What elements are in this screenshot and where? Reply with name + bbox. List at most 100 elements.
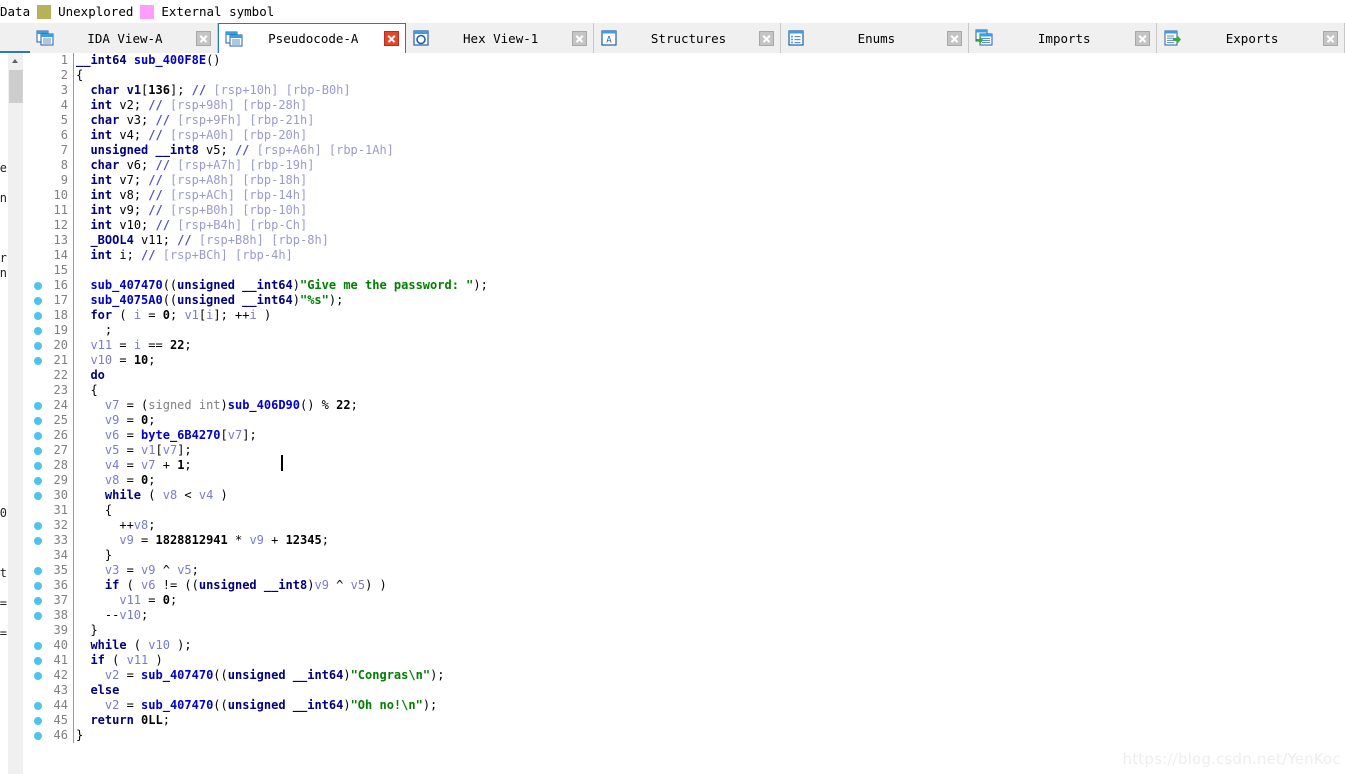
code-line[interactable]: 6 int v4; // [rsp+A0h] [rbp-20h] (24, 128, 1345, 143)
code-line[interactable]: 43 else (24, 683, 1345, 698)
code-text: v3 = v9 ^ v5; (104, 563, 199, 577)
code-line[interactable]: 19 ; (24, 323, 1345, 338)
line-number: 2 (60, 68, 68, 82)
code-line[interactable]: 7 unsigned __int8 v5; // [rsp+A6h] [rbp-… (24, 143, 1345, 158)
code-line[interactable]: 46} (24, 728, 1345, 743)
gutter-divider (73, 383, 74, 398)
tab-pseudocode-a[interactable]: Pseudocode-A (217, 23, 406, 53)
gutter-divider (73, 278, 74, 293)
scroll-up-arrow-icon[interactable] (8, 53, 23, 69)
tab-close-icon[interactable] (195, 30, 211, 46)
tab-label: IDA View-A (87, 30, 163, 46)
code-line[interactable]: 8 char v6; // [rsp+A7h] [rbp-19h] (24, 158, 1345, 173)
line-number: 1 (60, 53, 68, 67)
tab-close-icon[interactable] (1323, 30, 1339, 46)
code-line[interactable]: 20 v11 = i == 22; (24, 338, 1345, 353)
code-line[interactable]: 45 return 0LL; (24, 713, 1345, 728)
gutter-divider (73, 68, 74, 83)
line-number: 27 (53, 443, 68, 457)
imports-icon (975, 29, 993, 47)
code-line[interactable]: 21 v10 = 10; (24, 353, 1345, 368)
code-line[interactable]: 32 ++v8; (24, 518, 1345, 533)
code-text: ++v8; (76, 518, 156, 532)
code-text: v8 = 0; (104, 473, 156, 487)
scrollbar-thumb[interactable] (9, 70, 22, 103)
tab-enums[interactable]: Enums (781, 23, 970, 53)
code-line[interactable]: 5 char v3; // [rsp+9Fh] [rbp-21h] (24, 113, 1345, 128)
gutter-divider (73, 608, 74, 623)
scrollbar-track[interactable] (8, 103, 23, 774)
line-number: 19 (53, 323, 68, 337)
gutter-divider (73, 188, 74, 203)
code-line[interactable]: 25 v9 = 0; (24, 413, 1345, 428)
line-number: 30 (53, 488, 68, 502)
line-number: 43 (53, 683, 68, 697)
code-line[interactable]: 40 while ( v10 ); (24, 638, 1345, 653)
code-text: v9 = 0; (104, 413, 156, 427)
code-line[interactable]: 30 while ( v8 < v4 ) (24, 488, 1345, 503)
code-line[interactable]: 17 sub_4075A0((unsigned __int64)"%s"); (24, 293, 1345, 308)
tab-close-icon[interactable] (759, 30, 775, 46)
code-line[interactable]: 11 int v9; // [rsp+B0h] [rbp-10h] (24, 203, 1345, 218)
code-line[interactable]: 18 for ( i = 0; v1[i]; ++i ) (24, 308, 1345, 323)
line-number: 42 (53, 668, 68, 682)
tab-close-icon[interactable] (1135, 30, 1151, 46)
code-line[interactable]: 22 do (24, 368, 1345, 383)
code-line[interactable]: 23 { (24, 383, 1345, 398)
code-line[interactable]: 31 { (24, 503, 1345, 518)
tab-imports[interactable]: Imports (969, 23, 1158, 53)
tab-close-icon[interactable] (947, 30, 963, 46)
code-line[interactable]: 9 int v7; // [rsp+A8h] [rbp-18h] (24, 173, 1345, 188)
code-line[interactable]: 4 int v2; // [rsp+98h] [rbp-28h] (24, 98, 1345, 113)
code-line[interactable]: 15 (24, 263, 1345, 278)
code-text: } (76, 728, 84, 742)
code-line[interactable]: 39 } (24, 623, 1345, 638)
code-line[interactable]: 41 if ( v11 ) (24, 653, 1345, 668)
code-line[interactable]: 2{ (24, 68, 1345, 83)
code-line[interactable]: 10 int v8; // [rsp+ACh] [rbp-14h] (24, 188, 1345, 203)
code-line[interactable]: 14 int i; // [rsp+BCh] [rbp-4h] (24, 248, 1345, 263)
tab-close-icon[interactable] (383, 31, 399, 46)
code-text: v4 = v7 + 1; (104, 458, 192, 472)
code-line[interactable]: 16 sub_407470((unsigned __int64)"Give me… (24, 278, 1345, 293)
tab-ida-view-a[interactable]: IDA View-A (30, 23, 218, 53)
code-line[interactable]: 38 --v10; (24, 608, 1345, 623)
line-number: 11 (53, 203, 68, 217)
code-line[interactable]: 1 __int64 sub_400F8E() (24, 53, 1345, 68)
gutter-divider (73, 53, 74, 68)
tab-hex-view-1[interactable]: Hex View-1 (405, 23, 594, 53)
code-line[interactable]: 44 v2 = sub_407470((unsigned __int64)"Oh… (24, 698, 1345, 713)
code-text: v5 = v1[v7]; (104, 443, 192, 457)
code-line[interactable]: 24 v7 = (signed int)sub_406D90() % 22; (24, 398, 1345, 413)
code-line[interactable]: 35 v3 = v9 ^ v5; (24, 563, 1345, 578)
code-line[interactable]: 34 } (24, 548, 1345, 563)
code-line[interactable]: 13 _BOOL4 v11; // [rsp+B8h] [rbp-8h] (24, 233, 1345, 248)
code-text: v2 = sub_407470((unsigned __int64)"Congr… (104, 668, 445, 682)
code-text: while ( v8 < v4 ) (104, 488, 228, 502)
legend-swatch-unexplored (37, 4, 52, 19)
code-line[interactable]: 28 v4 = v7 + 1; (24, 458, 1345, 473)
vertical-scrollbar[interactable] (8, 53, 23, 774)
code-line[interactable]: 33 v9 = 1828812941 * v9 + 12345; (24, 533, 1345, 548)
code-line[interactable]: 42 v2 = sub_407470((unsigned __int64)"Co… (24, 668, 1345, 683)
document-window-icon (225, 30, 243, 48)
code-text: char v3; // [rsp+9Fh] [rbp-21h] (90, 113, 315, 127)
pseudocode-editor[interactable]: 1 __int64 sub_400F8E() 2{3 char v1[136]; /… (24, 53, 1345, 774)
tab-close-icon[interactable] (571, 30, 587, 46)
gutter-divider (73, 518, 74, 533)
code-text: v7 = (signed int)sub_406D90() % 22; (104, 398, 358, 412)
line-number: 20 (53, 338, 68, 352)
code-line[interactable]: 12 int v10; // [rsp+B4h] [rbp-Ch] (24, 218, 1345, 233)
svg-text:A: A (606, 36, 612, 46)
code-line[interactable]: 37 v11 = 0; (24, 593, 1345, 608)
code-text: sub_4075A0((unsigned __int64)"%s"); (90, 293, 344, 307)
code-line[interactable]: 27 v5 = v1[v7]; (24, 443, 1345, 458)
line-number: 46 (53, 728, 68, 742)
legend-data-label: Data (0, 4, 31, 19)
code-line[interactable]: 3 char v1[136]; // [rsp+10h] [rbp-B0h] (24, 83, 1345, 98)
code-line[interactable]: 26 v6 = byte_6B4270[v7]; (24, 428, 1345, 443)
code-line[interactable]: 36 if ( v6 != ((unsigned __int8)v9 ^ v5)… (24, 578, 1345, 593)
tab-structures[interactable]: A Structures (593, 23, 782, 53)
tab-exports[interactable]: Exports (1157, 23, 1345, 53)
code-line[interactable]: 29 v8 = 0; (24, 473, 1345, 488)
